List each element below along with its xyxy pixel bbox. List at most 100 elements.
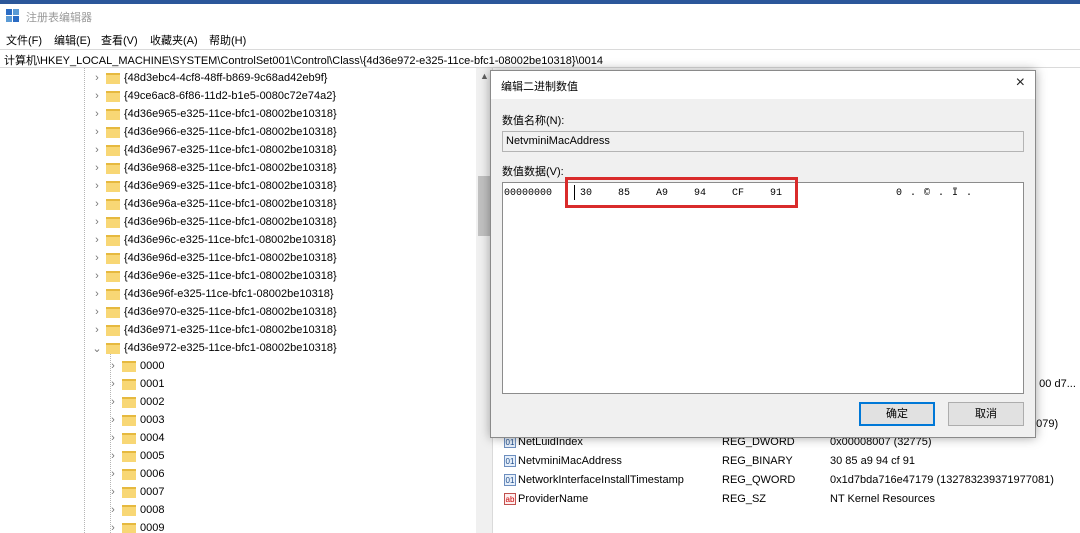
folder-icon <box>122 487 136 498</box>
folder-icon <box>122 361 136 372</box>
tree-item-label: {4d36e971-e325-11ce-bfc1-08002be10318} <box>124 324 337 336</box>
highlight-annotation-box <box>565 177 798 208</box>
folder-icon <box>106 73 120 84</box>
dialog-title: 编辑二进制数值 <box>501 81 578 93</box>
clipped-value-text: 9 00 d7... <box>1030 378 1076 390</box>
cancel-button[interactable]: 取消 <box>948 402 1024 426</box>
menu-help[interactable]: 帮助(H) <box>209 32 246 48</box>
dialog-title-bar: 编辑二进制数值 × <box>491 71 1035 99</box>
chevron-right-icon[interactable]: › <box>92 90 102 102</box>
menu-favorites[interactable]: 收藏夹(A) <box>150 32 198 48</box>
chevron-right-icon[interactable]: › <box>108 396 118 408</box>
ascii-preview: 0 . © . Ï . <box>896 188 974 199</box>
folder-icon <box>122 451 136 462</box>
string-value-icon: ab <box>504 493 516 505</box>
folder-icon <box>122 433 136 444</box>
tree-item-label: {4d36e96a-e325-11ce-bfc1-08002be10318} <box>124 198 337 210</box>
chevron-right-icon[interactable]: › <box>108 432 118 444</box>
tree-item-label: {49ce6ac8-6f86-11d2-b1e5-0080c72e74a2} <box>124 90 337 102</box>
tree-item-label: {4d36e968-e325-11ce-bfc1-08002be10318} <box>124 162 337 174</box>
chevron-right-icon[interactable]: › <box>108 468 118 480</box>
menu-edit[interactable]: 编辑(E) <box>54 32 91 48</box>
chevron-right-icon[interactable]: › <box>92 216 102 228</box>
window-title: 注册表编辑器 <box>26 12 92 24</box>
value-name: ProviderName <box>518 493 589 505</box>
scroll-up-icon[interactable]: ▲ <box>480 71 489 81</box>
chevron-right-icon[interactable]: › <box>108 522 118 533</box>
folder-icon <box>106 163 120 174</box>
scrollbar-thumb[interactable] <box>478 176 490 236</box>
value-name-text: NetvminiMacAddress <box>506 135 610 147</box>
ok-button[interactable]: 确定 <box>859 402 935 426</box>
value-type: REG_SZ <box>722 493 767 505</box>
chevron-right-icon[interactable]: › <box>92 306 102 318</box>
tree-item-label: {4d36e96b-e325-11ce-bfc1-08002be10318} <box>124 216 337 228</box>
chevron-right-icon[interactable]: › <box>92 162 102 174</box>
tree-item-label: 0003 <box>140 414 165 426</box>
chevron-right-icon[interactable]: › <box>92 288 102 300</box>
tree-item-label: {4d36e96d-e325-11ce-bfc1-08002be10318} <box>124 252 337 264</box>
chevron-right-icon[interactable]: › <box>92 324 102 336</box>
chevron-right-icon[interactable]: › <box>92 270 102 282</box>
tree-item-label: 0007 <box>140 486 165 498</box>
chevron-right-icon[interactable]: › <box>92 198 102 210</box>
folder-icon <box>106 235 120 246</box>
chevron-right-icon[interactable]: › <box>92 252 102 264</box>
chevron-right-icon[interactable]: › <box>108 378 118 390</box>
value-name-field: NetvminiMacAddress <box>502 131 1024 152</box>
chevron-right-icon[interactable]: › <box>108 450 118 462</box>
folder-icon <box>122 469 136 480</box>
tree-guide-line <box>84 68 85 533</box>
tree-item-label: 0002 <box>140 396 165 408</box>
folder-icon <box>106 343 120 354</box>
folder-icon <box>122 379 136 390</box>
menu-file[interactable]: 文件(F) <box>6 32 42 48</box>
binary-value-icon: 01 <box>504 455 516 467</box>
hex-editor[interactable]: 00000000 30 85 A9 94 CF 91 0 . © . Ï . <box>502 182 1024 394</box>
menu-view[interactable]: 查看(V) <box>101 32 138 48</box>
chevron-right-icon[interactable]: › <box>108 360 118 372</box>
chevron-right-icon[interactable]: › <box>92 234 102 246</box>
value-name: NetworkInterfaceInstallTimestamp <box>518 474 684 486</box>
address-path[interactable]: 计算机\HKEY_LOCAL_MACHINE\SYSTEM\ControlSet… <box>4 52 603 68</box>
tree-item-label: {48d3ebc4-4cf8-48ff-b869-9c68ad42eb9f} <box>124 72 328 84</box>
binary-value-icon: 01 <box>504 474 516 486</box>
folder-icon <box>106 289 120 300</box>
folder-icon <box>106 109 120 120</box>
folder-icon <box>122 523 136 533</box>
address-bar[interactable]: 计算机\HKEY_LOCAL_MACHINE\SYSTEM\ControlSet… <box>0 49 1080 68</box>
tree-item-label: {4d36e970-e325-11ce-bfc1-08002be10318} <box>124 306 337 318</box>
value-row[interactable]: ab ProviderName REG_SZ NT Kernel Resources <box>496 490 1080 509</box>
tree-item-label: {4d36e966-e325-11ce-bfc1-08002be10318} <box>124 126 337 138</box>
chevron-right-icon[interactable]: › <box>92 180 102 192</box>
folder-icon <box>106 271 120 282</box>
folder-icon <box>106 181 120 192</box>
folder-icon <box>122 397 136 408</box>
value-row[interactable]: 01 NetworkInterfaceInstallTimestamp REG_QW… <box>496 471 1080 490</box>
value-type: REG_BINARY <box>722 455 793 467</box>
value-type: REG_QWORD <box>722 474 796 486</box>
chevron-right-icon[interactable]: › <box>92 72 102 84</box>
tree-item-label: {4d36e96c-e325-11ce-bfc1-08002be10318} <box>124 234 337 246</box>
folder-icon <box>106 253 120 264</box>
value-row[interactable]: 01 NetvminiMacAddress REG_BINARY 30 85 a9 9… <box>496 452 1080 471</box>
chevron-right-icon[interactable]: › <box>108 486 118 498</box>
close-icon[interactable]: × <box>1016 74 1025 92</box>
tree-item-label: {4d36e96e-e325-11ce-bfc1-08002be10318} <box>124 270 337 282</box>
tree-item-label: 0006 <box>140 468 165 480</box>
chevron-right-icon[interactable]: › <box>92 126 102 138</box>
tree-item-label: 0005 <box>140 450 165 462</box>
tree-item-label: {4d36e972-e325-11ce-bfc1-08002be10318} <box>124 342 337 354</box>
chevron-right-icon[interactable]: › <box>108 504 118 516</box>
chevron-right-icon[interactable]: › <box>92 144 102 156</box>
hex-offset: 00000000 <box>504 188 553 199</box>
value-data-label: 数值数据(V): <box>502 166 564 178</box>
folder-icon <box>106 127 120 138</box>
tree-item-label: {4d36e967-e325-11ce-bfc1-08002be10318} <box>124 144 337 156</box>
tree-item-label: 0008 <box>140 504 165 516</box>
folder-icon <box>122 415 136 426</box>
chevron-right-icon[interactable]: › <box>92 108 102 120</box>
chevron-down-icon[interactable]: ⌄ <box>92 342 102 355</box>
chevron-right-icon[interactable]: › <box>108 414 118 426</box>
tree-item-label: 0009 <box>140 522 165 533</box>
